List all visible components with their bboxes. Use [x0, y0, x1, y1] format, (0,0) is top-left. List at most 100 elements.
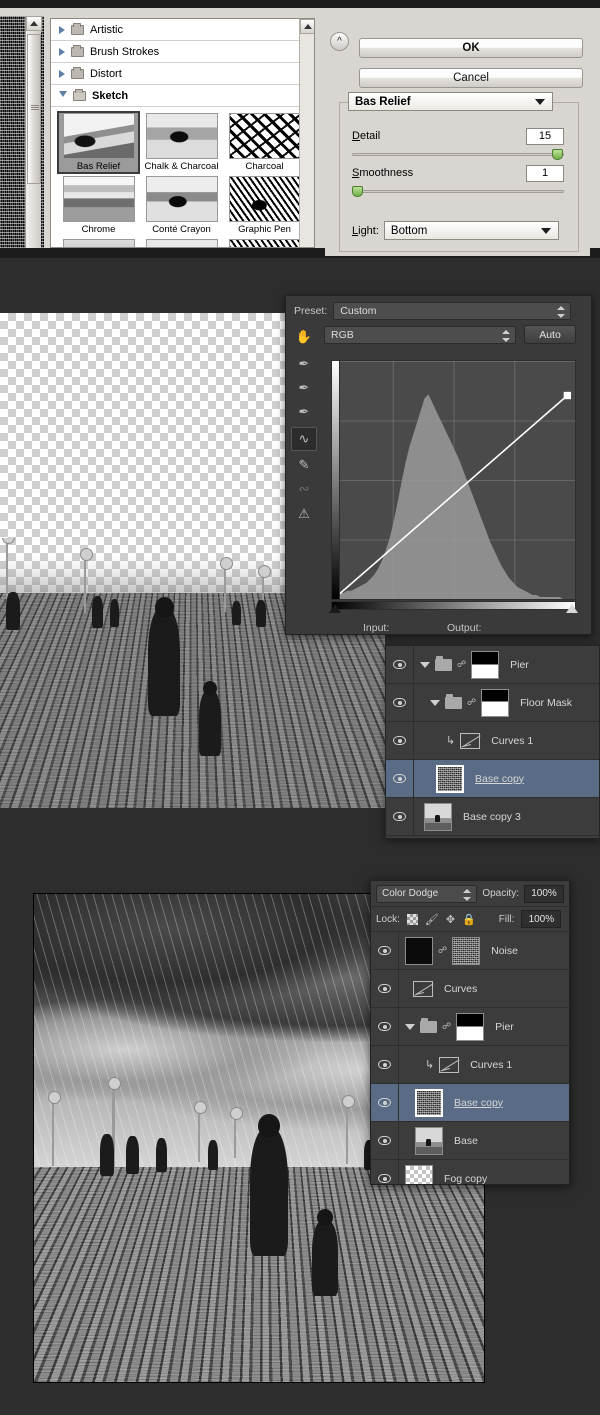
- category-artistic[interactable]: Artistic: [51, 19, 314, 41]
- layer-row-fog-copy[interactable]: Fog copy: [371, 1160, 569, 1185]
- layer-name[interactable]: Curves: [444, 983, 477, 995]
- layer-mask-thumbnail[interactable]: [456, 1012, 485, 1041]
- link-icon[interactable]: ☍: [442, 1021, 451, 1032]
- smooth-curve-icon[interactable]: ∾: [291, 477, 317, 501]
- scroll-up-button[interactable]: [300, 19, 314, 34]
- scroll-up-button[interactable]: [26, 16, 42, 31]
- chevron-down-icon[interactable]: [420, 661, 430, 668]
- layer-name[interactable]: Noise: [491, 945, 518, 957]
- layer-name[interactable]: Base copy: [475, 773, 524, 785]
- layer-visibility-toggle[interactable]: [386, 760, 414, 797]
- pencil-draw-curve-icon[interactable]: ✎: [291, 453, 317, 477]
- layer-visibility-toggle[interactable]: [371, 1160, 399, 1184]
- filter-thumb-bas-relief[interactable]: Bas Relief: [57, 111, 140, 174]
- layer-name[interactable]: Curves 1: [470, 1059, 512, 1071]
- smoothness-slider[interactable]: [352, 186, 564, 197]
- curves-adjustment-icon[interactable]: [413, 980, 433, 997]
- detail-value-input[interactable]: 15: [526, 127, 564, 145]
- layer-row-base-copy-3[interactable]: Base copy 3: [386, 798, 599, 836]
- layer-name[interactable]: Fog copy: [444, 1173, 487, 1185]
- filter-thumb-chrome[interactable]: Chrome: [57, 174, 140, 237]
- scrollbar-thumb[interactable]: [27, 34, 41, 184]
- layer-mask-thumbnail[interactable]: [481, 688, 510, 717]
- eyedropper-black-point-icon[interactable]: ✒: [291, 352, 317, 376]
- filter-thumb-graphic-pen[interactable]: Graphic Pen: [223, 174, 306, 237]
- layer-name[interactable]: Curves 1: [491, 735, 533, 747]
- curves-adjustment-icon[interactable]: [460, 732, 481, 749]
- link-icon[interactable]: ☍: [457, 659, 466, 670]
- layer-thumbnail[interactable]: [414, 1087, 444, 1118]
- layer-name[interactable]: Pier: [510, 659, 529, 671]
- opacity-value-input[interactable]: 100%: [524, 884, 564, 903]
- blend-mode-select[interactable]: Color Dodge: [376, 884, 478, 903]
- layer-visibility-toggle[interactable]: [386, 798, 414, 835]
- layer-row-curves[interactable]: Curves: [371, 970, 569, 1008]
- layer-visibility-toggle[interactable]: [371, 1008, 399, 1045]
- layer-row-base[interactable]: Base: [371, 1122, 569, 1160]
- filter-list-scrollbar[interactable]: [299, 19, 314, 247]
- layer-thumbnail[interactable]: [424, 802, 452, 831]
- light-direction-select[interactable]: Bottom: [383, 221, 559, 240]
- layer-row-floor-mask[interactable]: ☍ Floor Mask: [386, 684, 599, 722]
- spinner-icon[interactable]: [557, 306, 566, 318]
- auto-button[interactable]: Auto: [524, 325, 576, 344]
- layer-visibility-toggle[interactable]: [371, 970, 399, 1007]
- channel-select[interactable]: RGB: [324, 325, 516, 344]
- layer-mask-thumbnail[interactable]: [471, 650, 500, 679]
- layer-visibility-toggle[interactable]: [371, 932, 399, 969]
- eyedropper-gray-point-icon[interactable]: ✒: [291, 376, 317, 400]
- clipping-warning-icon[interactable]: ⚠: [291, 502, 317, 526]
- active-filter-select[interactable]: Bas Relief: [348, 92, 553, 111]
- lock-position-icon[interactable]: ✥: [446, 913, 455, 926]
- layer-visibility-toggle[interactable]: [386, 684, 414, 721]
- category-distort[interactable]: Distort: [51, 63, 314, 85]
- layer-visibility-toggle[interactable]: [386, 646, 414, 683]
- filter-thumb-charcoal[interactable]: Charcoal: [223, 111, 306, 174]
- layer-visibility-toggle[interactable]: [371, 1084, 399, 1121]
- lock-image-pixels-icon[interactable]: 🖌: [425, 913, 439, 926]
- layer-row-pier-group[interactable]: ☍ Pier: [371, 1008, 569, 1046]
- filter-category-list[interactable]: Artistic Brush Strokes Distort Sketch Ba…: [50, 18, 315, 248]
- adjust-on-image-icon[interactable]: ✋: [291, 325, 317, 349]
- layer-name[interactable]: Floor Mask: [520, 697, 572, 709]
- spinner-icon[interactable]: [463, 888, 472, 901]
- eyedropper-white-point-icon[interactable]: ✒: [291, 400, 317, 424]
- layer-thumbnail[interactable]: [435, 763, 465, 794]
- layer-name[interactable]: Pier: [495, 1021, 514, 1033]
- layer-row-base-copy[interactable]: Base copy: [386, 760, 599, 798]
- layer-row-noise[interactable]: ☍ Noise: [371, 932, 569, 970]
- fill-value-input[interactable]: 100%: [521, 910, 562, 928]
- layer-visibility-toggle[interactable]: [371, 1122, 399, 1159]
- filter-thumb-partial-1[interactable]: [57, 237, 140, 247]
- layer-mask-thumbnail[interactable]: [452, 936, 481, 965]
- collapse-panel-icon[interactable]: ^: [330, 32, 349, 51]
- category-brush-strokes[interactable]: Brush Strokes: [51, 41, 314, 63]
- layer-name[interactable]: Base copy: [454, 1097, 503, 1109]
- layer-row-base-copy[interactable]: Base copy: [371, 1084, 569, 1122]
- lock-all-icon[interactable]: 🔒: [462, 913, 476, 926]
- layer-visibility-toggle[interactable]: [386, 722, 414, 759]
- preset-select[interactable]: Custom: [333, 302, 572, 320]
- ok-button[interactable]: OK: [359, 38, 583, 58]
- layer-row-curves-1[interactable]: ↳ Curves 1: [386, 722, 599, 760]
- layer-thumbnail[interactable]: [405, 936, 433, 965]
- cancel-button[interactable]: Cancel: [359, 68, 583, 88]
- layers-panel-primary[interactable]: ☍ Pier ☍ Floor Mask ↳ Curves 1 Base copy: [385, 645, 600, 839]
- link-icon[interactable]: ☍: [467, 697, 476, 708]
- layer-name[interactable]: Base copy 3: [463, 811, 521, 823]
- category-sketch[interactable]: Sketch: [51, 85, 314, 107]
- layers-panel-secondary[interactable]: Color Dodge Opacity: 100% Lock: 🖌 ✥ 🔒 Fi…: [370, 880, 570, 1185]
- filter-thumb-chalk-charcoal[interactable]: Chalk & Charcoal: [140, 111, 223, 174]
- spinner-icon[interactable]: [502, 329, 510, 342]
- layer-row-curves-1[interactable]: ↳ Curves 1: [371, 1046, 569, 1084]
- chevron-down-icon[interactable]: [430, 699, 440, 706]
- layer-name[interactable]: Base: [454, 1135, 478, 1147]
- detail-slider[interactable]: [352, 149, 564, 160]
- white-point-marker[interactable]: [566, 604, 578, 613]
- black-point-marker[interactable]: [329, 604, 341, 613]
- link-icon[interactable]: ☍: [438, 945, 447, 956]
- filter-thumb-conte-crayon[interactable]: Conté Crayon: [140, 174, 223, 237]
- layer-thumbnail[interactable]: [415, 1126, 443, 1155]
- chevron-down-icon[interactable]: [405, 1023, 415, 1030]
- detail-slider-handle[interactable]: [552, 149, 563, 160]
